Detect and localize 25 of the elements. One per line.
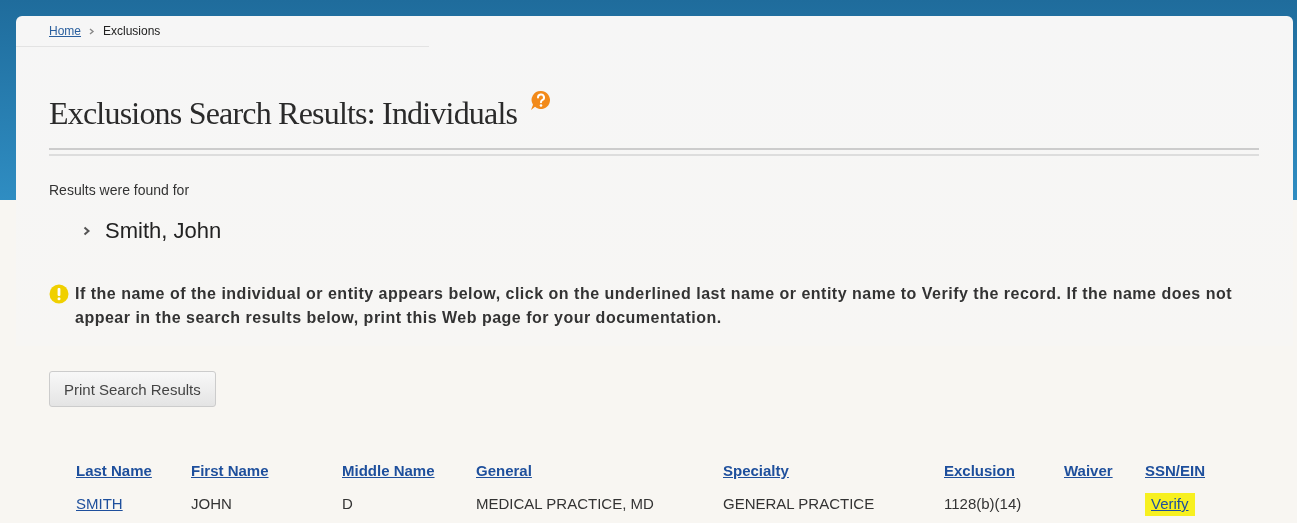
- breadcrumb-link[interactable]: Home: [49, 24, 81, 38]
- column-header[interactable]: First Name: [191, 462, 342, 479]
- chevron-icon: [83, 226, 91, 236]
- verify-link[interactable]: Verify: [1145, 493, 1195, 516]
- print-button[interactable]: Print Search Results: [49, 371, 216, 407]
- table-cell: D: [342, 495, 353, 512]
- page-title: Exclusions Search Results: Individuals: [49, 95, 518, 131]
- table-cell: MEDICAL PRACTICE, MD: [476, 495, 654, 512]
- search-name: Smith, John: [105, 218, 222, 244]
- column-header[interactable]: Waiver: [1064, 462, 1145, 479]
- breadcrumb-current: Exclusions: [103, 24, 161, 38]
- chevron-icon: [89, 27, 95, 35]
- table-cell: JOHN: [191, 495, 232, 512]
- table-cell: GENERAL PRACTICE: [723, 495, 875, 512]
- column-header[interactable]: Specialty: [723, 462, 944, 479]
- last-name-link[interactable]: SMITH: [76, 495, 123, 512]
- column-header[interactable]: General: [476, 462, 723, 479]
- column-header[interactable]: Exclusion: [944, 462, 1064, 479]
- column-header[interactable]: Last Name: [76, 462, 191, 479]
- column-header[interactable]: SSN/EIN: [1145, 462, 1245, 479]
- notice-text: If the name of the individual or entity appears below, click on the underlined last name or entity name to Verify the record. If the name does not appear in the search results below, print this Web page for your documentation.: [75, 284, 1234, 328]
- warning-icon: [49, 284, 69, 304]
- results-label: Results were found for: [49, 182, 191, 198]
- table-cell: 1128(b)(14): [944, 495, 1022, 512]
- column-header[interactable]: Middle Name: [342, 462, 476, 479]
